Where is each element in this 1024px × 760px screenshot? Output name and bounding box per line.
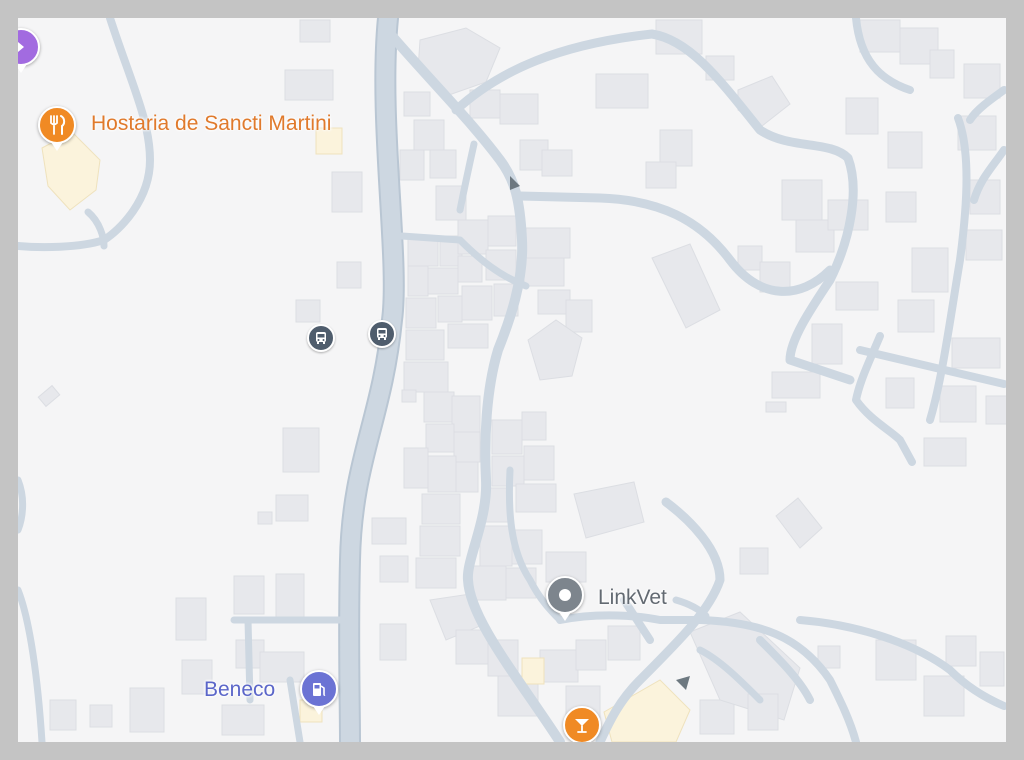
bar-pin[interactable] (563, 706, 601, 742)
cocktail-glass-icon (575, 719, 589, 733)
gas-station-label[interactable]: Beneco (204, 678, 275, 702)
vet-label[interactable]: LinkVet (598, 586, 667, 610)
one-way-arrow-icon (676, 676, 690, 690)
bus-icon (316, 332, 326, 344)
bus-stop-marker[interactable] (368, 320, 396, 348)
bus-icon (377, 328, 387, 340)
fuel-pump-icon (313, 683, 326, 696)
restaurant-label[interactable]: Hostaria de Sancti Martini (91, 112, 331, 136)
restaurant-pin[interactable] (38, 106, 76, 144)
location-dot-icon (559, 589, 571, 601)
bus-stop-marker[interactable] (307, 324, 335, 352)
fork-knife-icon (50, 115, 66, 135)
gas-station-pin[interactable] (300, 670, 338, 708)
vet-pin[interactable] (546, 576, 584, 614)
map-view[interactable]: Hostaria de Sancti Martini LinkVet Benec… (18, 18, 1006, 742)
